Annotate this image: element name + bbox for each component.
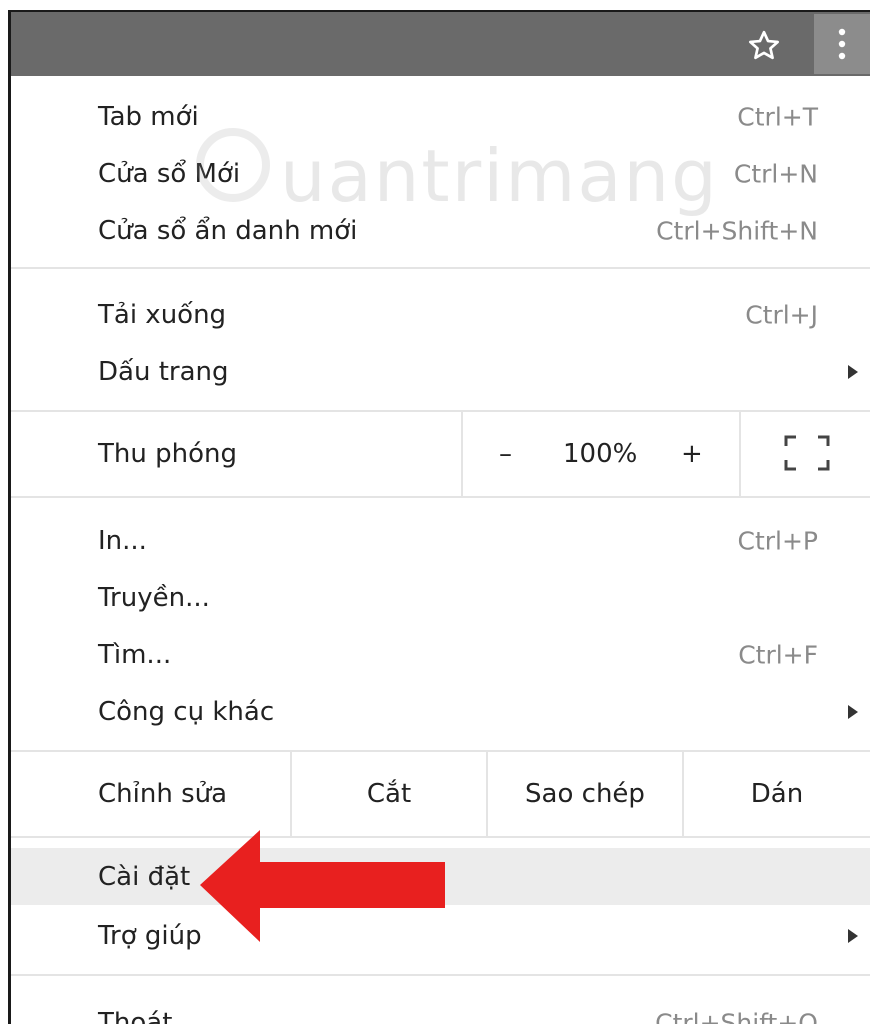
kebab-menu-icon	[838, 28, 846, 60]
star-icon	[749, 30, 779, 60]
menu-separator	[11, 496, 870, 498]
zoom-divider	[739, 412, 741, 496]
menu-item-find[interactable]: Tìm... Ctrl+F	[11, 626, 870, 683]
menu-item-incognito-window[interactable]: Cửa sổ ẩn danh mới Ctrl+Shift+N	[11, 202, 870, 259]
menu-item-shortcut: Ctrl+P	[737, 526, 818, 555]
submenu-arrow-icon	[848, 928, 858, 943]
menu-item-new-tab[interactable]: Tab mới Ctrl+T	[11, 88, 870, 145]
zoom-out-button[interactable]: –	[499, 439, 512, 469]
browser-toolbar	[8, 10, 870, 76]
menu-item-label: Cài đặt	[98, 861, 191, 892]
menu-item-downloads[interactable]: Tải xuống Ctrl+J	[11, 286, 870, 343]
fullscreen-icon[interactable]	[783, 434, 831, 472]
window-left-border	[8, 10, 11, 1024]
edit-label: Chỉnh sửa	[98, 779, 228, 809]
zoom-level: 100%	[563, 439, 638, 469]
submenu-arrow-icon	[848, 704, 858, 719]
paste-button[interactable]: Dán	[684, 752, 870, 836]
menu-item-label: Tab mới	[98, 101, 199, 132]
menu-separator	[11, 267, 870, 269]
menu-item-label: In...	[98, 525, 147, 556]
menu-separator	[11, 974, 870, 976]
menu-item-exit[interactable]: Thoát Ctrl+Shift+Q	[11, 994, 870, 1024]
menu-item-label: Truyền...	[98, 582, 210, 613]
menu-item-shortcut: Ctrl+T	[737, 102, 818, 131]
browser-window: Tab mới Ctrl+T Cửa sổ Mới Ctrl+N Cửa sổ …	[0, 0, 870, 1024]
menu-item-label: Công cụ khác	[98, 696, 275, 727]
zoom-divider	[461, 412, 463, 496]
chrome-menu-button[interactable]	[814, 14, 870, 74]
zoom-in-button[interactable]: +	[681, 439, 703, 469]
menu-item-label: Dấu trang	[98, 356, 229, 387]
submenu-arrow-icon	[848, 364, 858, 379]
red-arrow-icon	[200, 830, 445, 942]
zoom-label: Thu phóng	[98, 439, 237, 469]
zoom-row: Thu phóng – 100% +	[11, 412, 870, 496]
menu-item-shortcut: Ctrl+N	[733, 159, 818, 188]
menu-item-cast[interactable]: Truyền...	[11, 569, 870, 626]
menu-item-bookmarks[interactable]: Dấu trang	[11, 343, 870, 400]
watermark-logo-icon	[196, 128, 270, 202]
menu-item-shortcut: Ctrl+F	[738, 640, 818, 669]
menu-item-label: Tìm...	[98, 639, 172, 670]
cut-button[interactable]: Cắt	[292, 752, 486, 836]
menu-item-label: Thoát	[98, 1007, 173, 1024]
bookmark-star-button[interactable]	[736, 22, 792, 70]
copy-button[interactable]: Sao chép	[488, 752, 682, 836]
menu-item-more-tools[interactable]: Công cụ khác	[11, 683, 870, 740]
menu-item-label: Tải xuống	[98, 299, 227, 330]
menu-item-new-window[interactable]: Cửa sổ Mới Ctrl+N	[11, 145, 870, 202]
menu-item-shortcut: Ctrl+Shift+N	[656, 216, 818, 245]
menu-item-print[interactable]: In... Ctrl+P	[11, 512, 870, 569]
menu-item-label: Cửa sổ ẩn danh mới	[98, 215, 358, 246]
menu-item-shortcut: Ctrl+Shift+Q	[655, 1008, 818, 1024]
menu-item-shortcut: Ctrl+J	[745, 300, 818, 329]
edit-row: Chỉnh sửa Cắt Sao chép Dán	[11, 752, 870, 836]
